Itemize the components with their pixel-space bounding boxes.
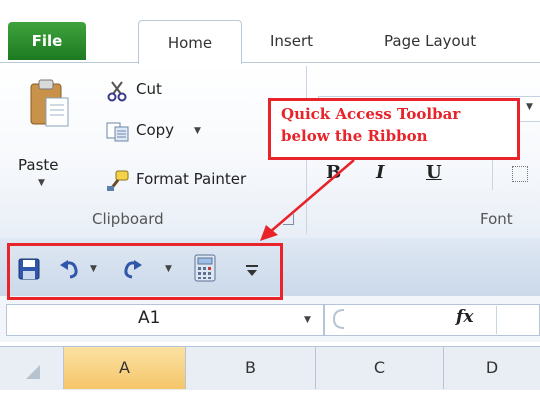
annotation-arrow xyxy=(260,159,355,241)
